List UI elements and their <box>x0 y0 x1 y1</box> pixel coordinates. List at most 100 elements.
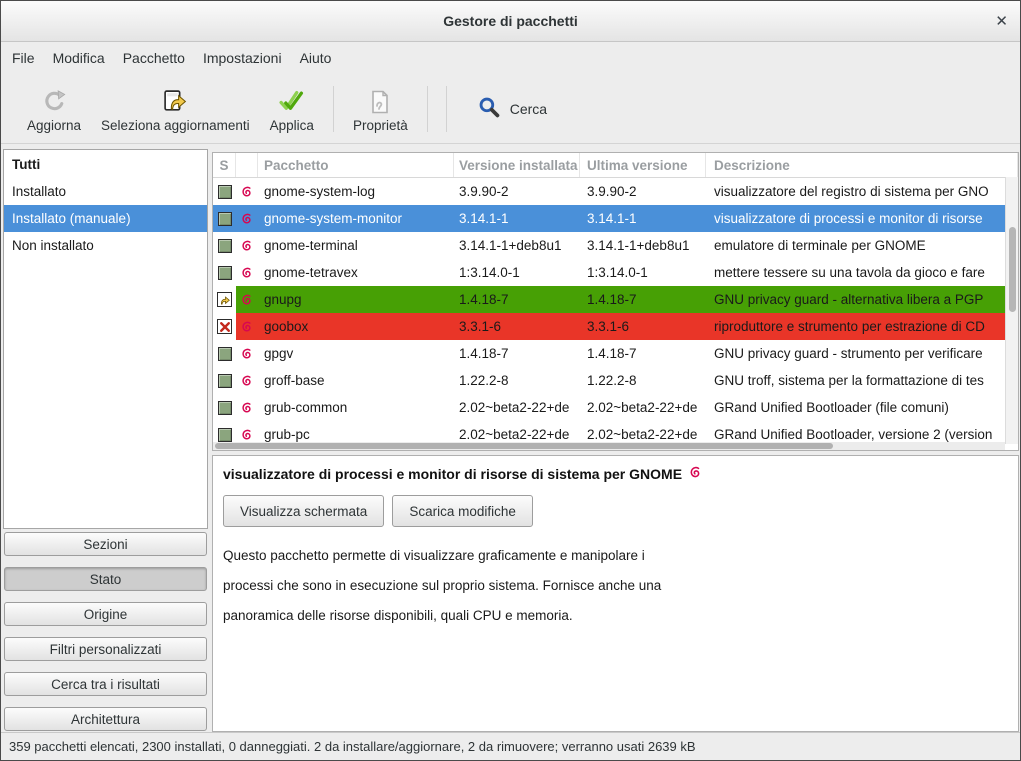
debian-swirl-icon <box>236 313 258 340</box>
package-description: riproduttore e strumento per estrazione … <box>706 313 1018 340</box>
horizontal-scrollbar-thumb[interactable] <box>215 443 833 449</box>
column-header-installed-version[interactable]: Versione installata <box>454 153 580 177</box>
filter-mode-button[interactable]: Sezioni <box>4 532 207 556</box>
filter-mode-button[interactable]: Architettura <box>4 707 207 731</box>
table-row[interactable]: groff-base1.22.2-81.22.2-8GNU troff, sis… <box>213 367 1018 394</box>
window-title: Gestore di pacchetti <box>443 13 578 29</box>
column-header-description[interactable]: Descrizione <box>706 153 1018 177</box>
installed-version: 3.14.1-1+deb8u1 <box>454 232 580 259</box>
details-title: visualizzatore di processi e monitor di … <box>223 465 1006 483</box>
debian-swirl-icon <box>236 178 258 205</box>
filter-mode-buttons: Sezioni Stato Origine Filtri personalizzati… <box>4 532 207 742</box>
column-header-supported[interactable] <box>236 153 258 177</box>
vertical-scrollbar-thumb[interactable] <box>1009 227 1016 312</box>
table-row[interactable]: gpgv1.4.18-71.4.18-7GNU privacy guard - … <box>213 340 1018 367</box>
vertical-scrollbar[interactable] <box>1005 177 1018 444</box>
debian-swirl-icon <box>236 367 258 394</box>
mark-all-upgrades-button[interactable]: Seleziona aggiornamenti <box>91 85 260 133</box>
close-icon[interactable]: ✕ <box>995 12 1008 30</box>
package-status-icon[interactable] <box>213 178 236 205</box>
synaptic-window: Gestore di pacchetti ✕ File Modifica Pac… <box>0 0 1021 761</box>
table-row[interactable]: gnome-tetravex1:3.14.0-11:3.14.0-1metter… <box>213 259 1018 286</box>
menu-file[interactable]: File <box>3 42 44 74</box>
debian-swirl-icon <box>236 340 258 367</box>
package-details-panel: visualizzatore di processi e monitor di … <box>212 455 1019 732</box>
titlebar: Gestore di pacchetti ✕ <box>1 1 1020 42</box>
latest-version: 2.02~beta2-22+de <box>580 394 706 421</box>
filter-item[interactable]: Non installato <box>4 232 207 259</box>
latest-version: 1:3.14.0-1 <box>580 259 706 286</box>
search-icon <box>478 96 501 122</box>
filter-item[interactable]: Installato <box>4 178 207 205</box>
table-row[interactable]: goobox3.3.1-63.3.1-6riproduttore e strum… <box>213 313 1018 340</box>
package-table: S Pacchetto Versione installata Ultima v… <box>212 152 1019 451</box>
latest-version: 1.22.2-8 <box>580 367 706 394</box>
package-status-icon[interactable] <box>213 340 236 367</box>
get-screenshot-button[interactable]: Visualizza schermata <box>223 495 384 527</box>
latest-version: 3.9.90-2 <box>580 178 706 205</box>
table-row[interactable]: gnupg1.4.18-71.4.18-7GNU privacy guard -… <box>213 286 1018 313</box>
package-description: mettere tessere su una tavola da gioco e… <box>706 259 1018 286</box>
package-status-icon[interactable] <box>213 286 236 313</box>
package-status-icon[interactable] <box>213 313 236 340</box>
properties-button[interactable]: Proprietà <box>343 85 418 133</box>
installed-version: 1.4.18-7 <box>454 286 580 313</box>
table-row[interactable]: gnome-terminal3.14.1-1+deb8u13.14.1-1+de… <box>213 232 1018 259</box>
table-header: S Pacchetto Versione installata Ultima v… <box>213 153 1018 178</box>
package-name: goobox <box>258 313 454 340</box>
filter-mode-button[interactable]: Origine <box>4 602 207 626</box>
debian-swirl-icon <box>236 205 258 232</box>
main-content: TuttiInstallatoInstallato (manuale)Non i… <box>1 144 1020 732</box>
search-label: Cerca <box>510 101 547 117</box>
toolbar-separator <box>333 86 334 132</box>
get-changelog-button[interactable]: Scarica modifiche <box>392 495 533 527</box>
package-status-icon[interactable] <box>213 367 236 394</box>
menubar: File Modifica Pacchetto Impostazioni Aiu… <box>1 42 1020 74</box>
package-status-icon[interactable] <box>213 259 236 286</box>
package-status-icon[interactable] <box>213 232 236 259</box>
installed-version: 2.02~beta2-22+de <box>454 394 580 421</box>
column-header-status[interactable]: S <box>213 153 236 177</box>
column-header-latest-version[interactable]: Ultima versione <box>580 153 706 177</box>
toolbar-separator <box>427 86 428 132</box>
package-name: groff-base <box>258 367 454 394</box>
refresh-button[interactable]: Aggiorna <box>17 85 91 133</box>
installed-version: 3.3.1-6 <box>454 313 580 340</box>
package-status-icon[interactable] <box>213 394 236 421</box>
details-title-text: visualizzatore di processi e monitor di … <box>223 466 682 482</box>
search-button[interactable]: Cerca <box>468 96 557 122</box>
debian-swirl-icon <box>236 259 258 286</box>
table-row[interactable]: gnome-system-monitor3.14.1-13.14.1-1visu… <box>213 205 1018 232</box>
filter-mode-button[interactable]: Stato <box>4 567 207 591</box>
details-description-line: Questo pacchetto permette di visualizzar… <box>223 541 1006 571</box>
package-name: gnome-terminal <box>258 232 454 259</box>
latest-version: 3.3.1-6 <box>580 313 706 340</box>
installed-version: 1.22.2-8 <box>454 367 580 394</box>
properties-icon <box>367 85 393 115</box>
menu-impostazioni[interactable]: Impostazioni <box>194 42 291 74</box>
table-row[interactable]: grub-common2.02~beta2-22+de2.02~beta2-22… <box>213 394 1018 421</box>
apply-check-icon <box>278 85 305 115</box>
debian-swirl-icon <box>236 394 258 421</box>
filter-item[interactable]: Tutti <box>4 151 207 178</box>
debian-swirl-icon <box>688 465 703 483</box>
table-row[interactable]: gnome-system-log3.9.90-23.9.90-2visualiz… <box>213 178 1018 205</box>
column-header-package[interactable]: Pacchetto <box>258 153 454 177</box>
package-status-icon[interactable] <box>213 205 236 232</box>
filter-item[interactable]: Installato (manuale) <box>4 205 207 232</box>
installed-version: 1.4.18-7 <box>454 340 580 367</box>
menu-modifica[interactable]: Modifica <box>44 42 114 74</box>
installed-version: 3.9.90-2 <box>454 178 580 205</box>
horizontal-scrollbar[interactable] <box>213 442 1005 450</box>
package-name: gnome-system-monitor <box>258 205 454 232</box>
filter-mode-button[interactable]: Filtri personalizzati <box>4 637 207 661</box>
filter-mode-button[interactable]: Cerca tra i risultati <box>4 672 207 696</box>
menu-pacchetto[interactable]: Pacchetto <box>114 42 194 74</box>
package-description: emulatore di terminale per GNOME <box>706 232 1018 259</box>
apply-button[interactable]: Applica <box>260 85 324 133</box>
debian-swirl-icon <box>236 286 258 313</box>
menu-aiuto[interactable]: Aiuto <box>291 42 341 74</box>
package-name: gnome-system-log <box>258 178 454 205</box>
package-description: GNU privacy guard - strumento per verifi… <box>706 340 1018 367</box>
toolbar: Aggiorna Seleziona aggiornamenti Applica… <box>1 74 1020 144</box>
